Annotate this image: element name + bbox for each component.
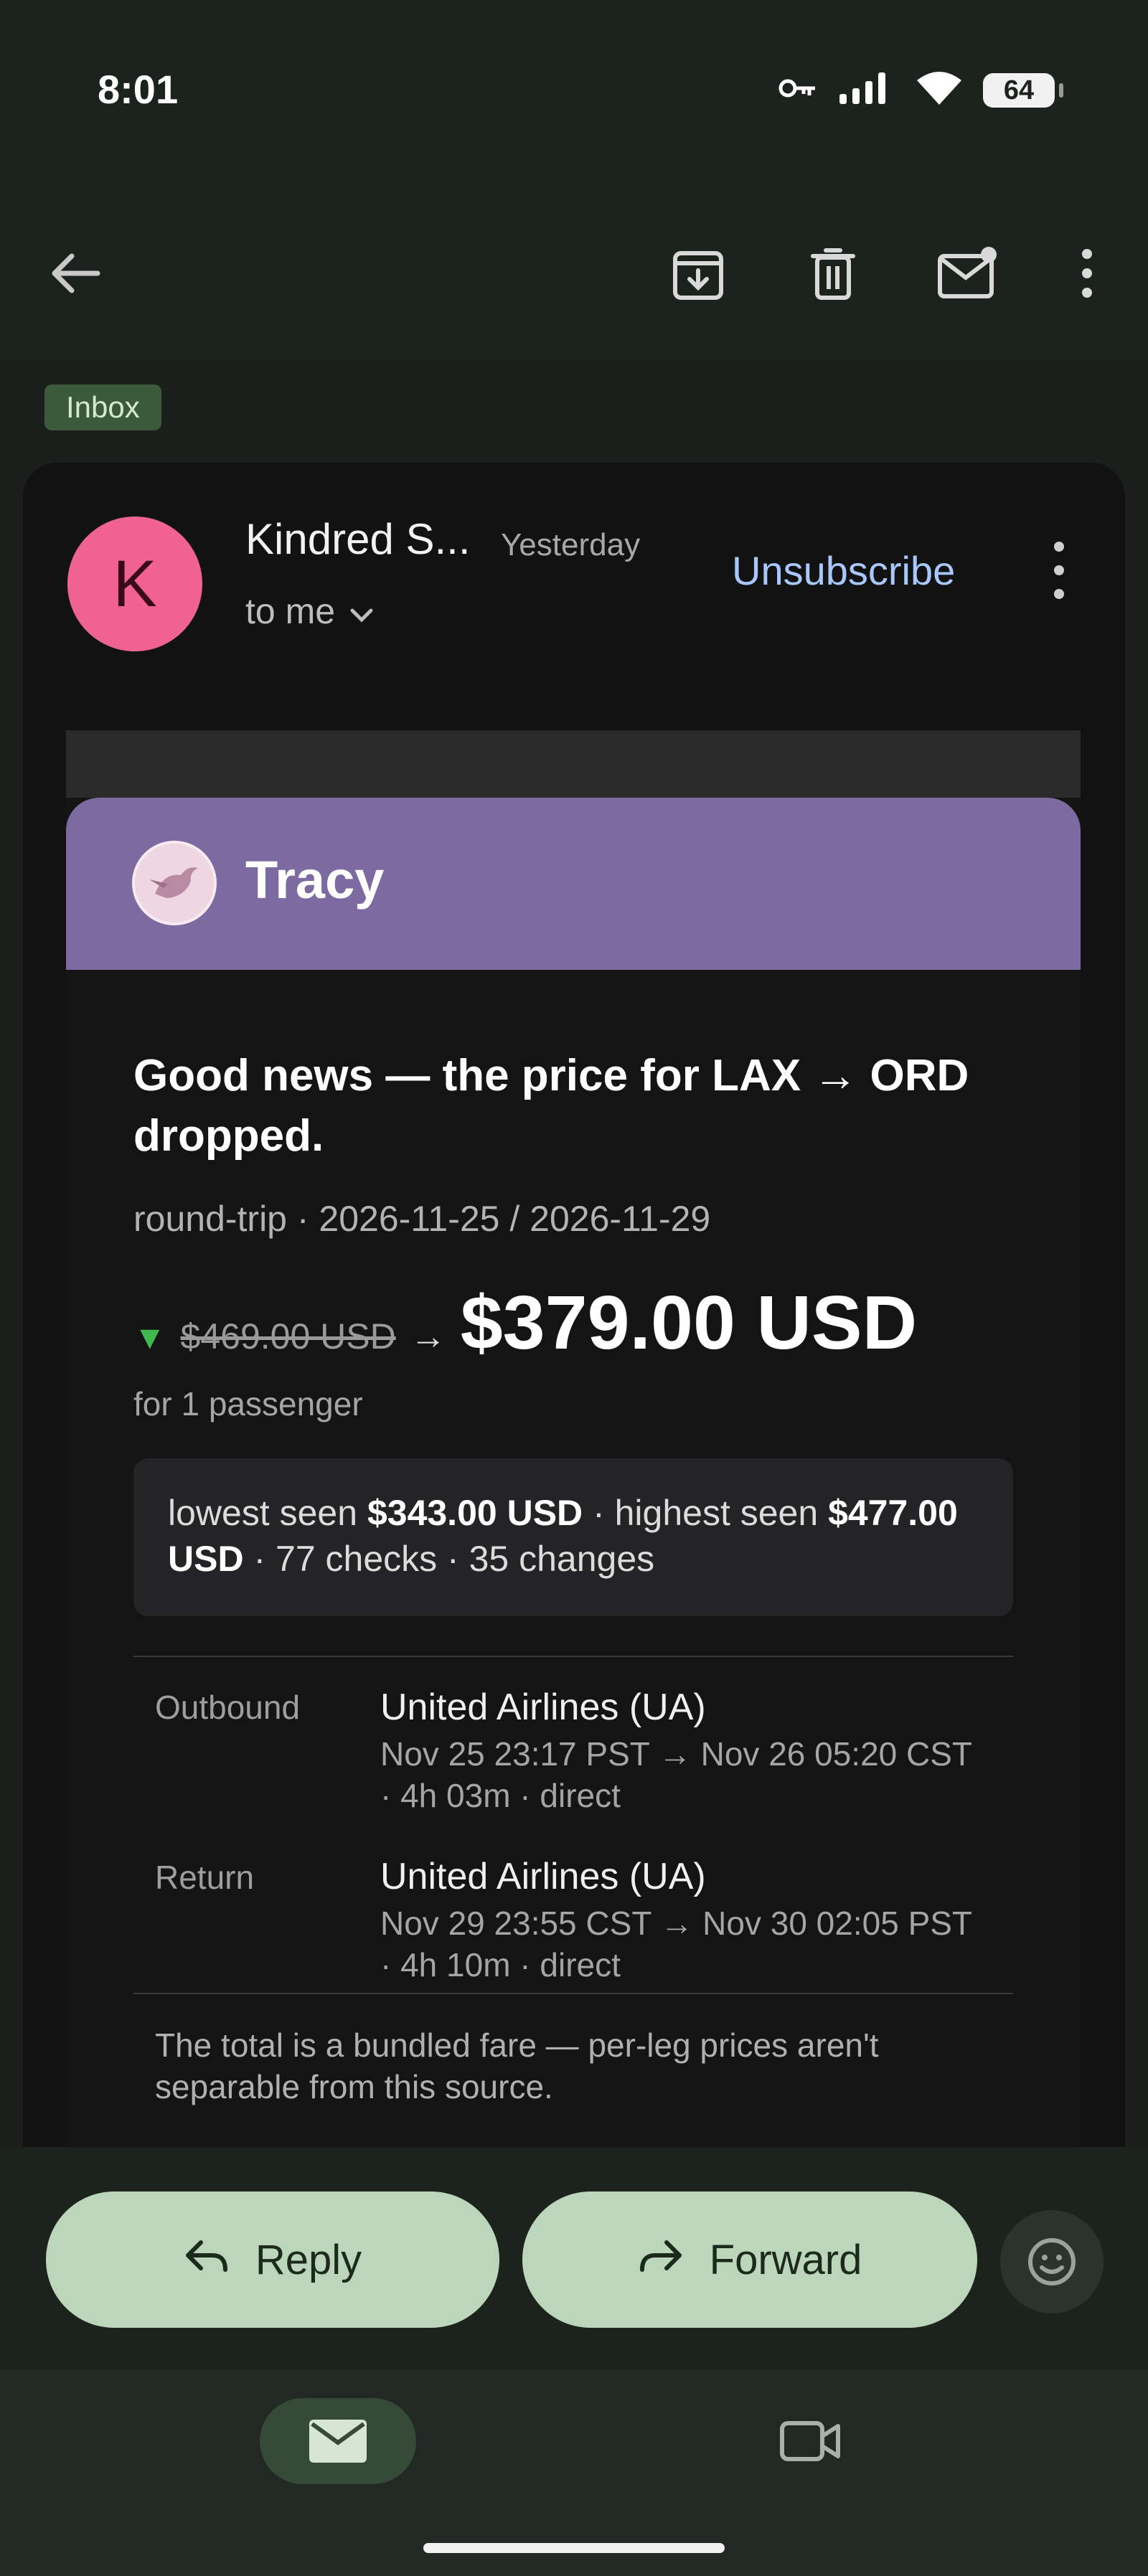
passenger-count: for 1 passenger <box>133 1385 363 1423</box>
recipient-toggle[interactable]: to me <box>245 590 374 632</box>
sender-name[interactable]: Kindred S... <box>245 514 471 564</box>
video-camera-icon <box>780 2421 840 2461</box>
fare-note: The total is a bundled fare — per-leg pr… <box>155 2027 879 2105</box>
vpn-key-icon <box>778 74 818 106</box>
status-time: 8:01 <box>98 67 179 112</box>
stats-rest: · 77 checks · 35 changes <box>253 1539 655 1579</box>
divider <box>133 1993 1013 1994</box>
price-stats-box: lowest seen $343.00 USD · highest seen $… <box>133 1458 1013 1616</box>
brand-name: Tracy <box>245 850 385 910</box>
avatar[interactable]: K <box>67 516 202 651</box>
action-bar: Reply Forward <box>0 2147 1148 2369</box>
unsubscribe-link[interactable]: Unsubscribe <box>732 547 955 594</box>
leg-outbound-airline: United Airlines (UA) <box>380 1686 706 1728</box>
price-row: ▼ $469.00 USD → $379.00 USD <box>133 1280 917 1367</box>
mark-unread-icon[interactable] <box>936 241 1000 306</box>
archive-icon[interactable] <box>666 241 730 306</box>
signal-icon <box>838 71 895 109</box>
email-body: Tracy Good news — the price for LAX → OR… <box>66 730 1081 2148</box>
reply-button[interactable]: Reply <box>46 2192 499 2328</box>
highest-seen-label: · highest seen <box>593 1493 819 1533</box>
inbox-label-chip[interactable]: Inbox <box>44 384 161 430</box>
leg-outbound-label: Outbound <box>155 1689 301 1726</box>
reply-label: Reply <box>255 2236 362 2283</box>
back-arrow-icon[interactable] <box>43 241 108 306</box>
lowest-seen-value: $343.00 USD <box>367 1493 583 1533</box>
body-top-strip <box>66 730 1081 798</box>
more-vert-icon[interactable] <box>1055 241 1119 306</box>
email-headline: Good news — the price for LAX → ORD drop… <box>133 1051 969 1161</box>
chevron-down-icon <box>349 590 374 632</box>
forward-label: Forward <box>709 2236 862 2283</box>
delete-icon[interactable] <box>801 241 865 306</box>
bottom-navigation <box>0 2369 1148 2576</box>
forward-button[interactable]: Forward <box>522 2192 977 2328</box>
nav-meet-tab[interactable] <box>771 2398 850 2484</box>
lowest-seen-label: lowest seen <box>168 1493 358 1533</box>
wifi-icon <box>916 70 963 110</box>
mail-icon <box>309 2420 367 2463</box>
old-price: $469.00 USD <box>180 1316 396 1357</box>
email-card: K Kindred S... Yesterday to me Unsubscri… <box>23 463 1125 2148</box>
reply-icon <box>184 2236 230 2284</box>
smiley-icon <box>1028 2238 1076 2285</box>
emoji-reaction-button[interactable] <box>1000 2210 1104 2313</box>
recipient-label: to me <box>245 591 336 631</box>
price-arrow: → <box>410 1316 446 1357</box>
email-toolbar <box>0 215 1148 330</box>
price-down-icon: ▼ <box>133 1318 166 1356</box>
leg-outbound-detail: Nov 25 23:17 PST → Nov 26 05:20 CST · 4h… <box>380 1735 972 1814</box>
trip-info: round-trip · 2026-11-25 / 2026-11-29 <box>133 1199 711 1239</box>
forward-icon <box>638 2236 684 2284</box>
brand-banner: Tracy <box>66 798 1081 970</box>
status-bar: 8:01 64 <box>0 0 1148 187</box>
leg-return-airline: United Airlines (UA) <box>380 1856 706 1897</box>
brand-bird-logo-icon <box>132 841 217 925</box>
message-more-icon[interactable] <box>1045 542 1073 599</box>
leg-return-label: Return <box>155 1859 255 1896</box>
home-indicator[interactable] <box>423 2543 725 2553</box>
battery-indicator: 64 <box>983 72 1063 108</box>
status-icons: 64 <box>778 70 1063 110</box>
email-date: Yesterday <box>501 527 641 562</box>
nav-mail-tab[interactable] <box>260 2398 416 2484</box>
divider <box>133 1656 1013 1657</box>
leg-return-detail: Nov 29 23:55 CST → Nov 30 02:05 PST · 4h… <box>380 1905 972 1983</box>
new-price: $379.00 USD <box>460 1280 918 1365</box>
